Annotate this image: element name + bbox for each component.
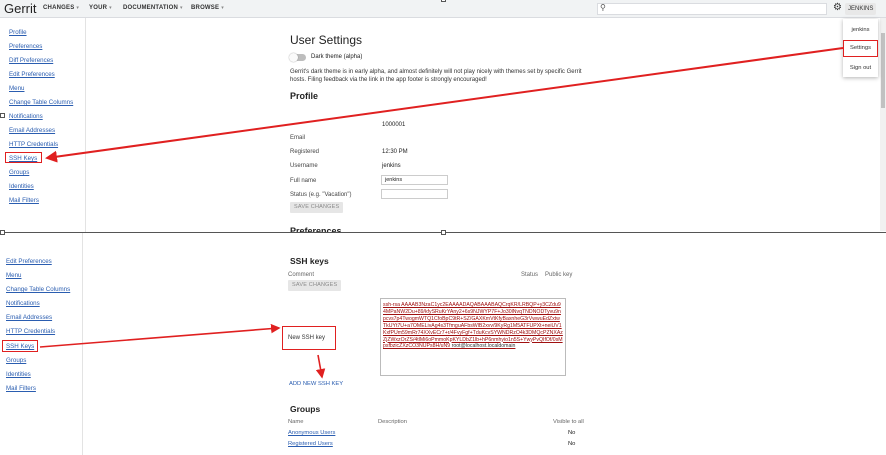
nav-browse[interactable]: BROWSE ▾ xyxy=(191,5,224,11)
ssh-public-key-col: Public key xyxy=(545,272,573,278)
status-label: Status (e.g. "Vacation") xyxy=(290,192,352,198)
top-header: Gerrit CHANGES ▾ YOUR ▾ DOCUMENTATION ▾ BRO… xyxy=(0,0,886,18)
ssh-comment-col: Comment xyxy=(288,272,315,278)
add-new-ssh-key-button[interactable]: ADD NEW SSH KEY xyxy=(289,381,343,387)
username-label: Username xyxy=(290,163,318,169)
ssh-save-changes-button[interactable]: SAVE CHANGES xyxy=(288,280,342,291)
split-handle-top xyxy=(441,0,446,2)
account-button[interactable]: JENKINS xyxy=(845,3,877,15)
chevron-down-icon: ▾ xyxy=(109,5,112,11)
preferences-heading: Preferences xyxy=(290,226,342,232)
new-ssh-key-label: New SSH key xyxy=(288,335,326,341)
groups-visible-col: Visible to all xyxy=(553,419,584,425)
groups-name-col: Name xyxy=(288,419,304,425)
highlight-settings xyxy=(843,40,878,57)
sidebar-item-http-credentials[interactable]: HTTP Credentials xyxy=(6,328,55,335)
sidebar-item-mail-filters[interactable]: Mail Filters xyxy=(6,385,36,392)
split-handle-middle xyxy=(441,230,446,235)
username-value: jenkins xyxy=(382,163,401,169)
sidebar-divider xyxy=(85,18,86,232)
full-name-input[interactable]: jenkins xyxy=(381,175,448,185)
full-name-label: Full name xyxy=(290,178,317,184)
search-input[interactable]: ⚲ xyxy=(597,3,827,15)
highlight-ssh-keys-bottom xyxy=(2,340,38,352)
settings-sidebar-bottom: Edit Preferences Menu Change Table Colum… xyxy=(6,0,84,455)
save-changes-button[interactable]: SAVE CHANGES xyxy=(290,202,344,213)
dropdown-username: jenkins xyxy=(851,27,870,33)
sidebar-item-menu[interactable]: Menu xyxy=(6,272,21,279)
ssh-key-text: ssh-rsa AAAAB3NzaC1yc2EAAAADAQABAAABAQCr… xyxy=(383,302,563,350)
group-name-link[interactable]: Anonymous Users xyxy=(288,430,335,436)
arrow-new-key-to-add-button xyxy=(315,354,326,379)
nav-your[interactable]: YOUR ▾ xyxy=(89,5,112,11)
sidebar-item-identities[interactable]: Identities xyxy=(6,371,31,378)
registered-label: Registered xyxy=(290,149,320,155)
gear-icon[interactable]: ⚙ xyxy=(833,2,842,13)
search-icon: ⚲ xyxy=(600,3,606,12)
group-visible-value: No xyxy=(568,441,576,447)
new-ssh-key-textarea[interactable]: ssh-rsa AAAAB3NzaC1yc2EAAAADAQABAAABAQCr… xyxy=(380,298,566,376)
scrollbar-thumb[interactable] xyxy=(881,33,885,108)
scrollbar[interactable] xyxy=(880,18,886,231)
sidebar-item-change-table-columns[interactable]: Change Table Columns xyxy=(6,286,70,293)
status-input[interactable] xyxy=(381,189,448,199)
account-id-value: 1000001 xyxy=(382,122,406,128)
dark-theme-info: Gerrit's dark theme is in early alpha, a… xyxy=(290,69,582,83)
sidebar-divider-bottom xyxy=(82,233,83,455)
ssh-key-tail: root@localhost.localdomain xyxy=(450,343,516,350)
chevron-down-icon: ▾ xyxy=(180,5,183,11)
arrow-settings-to-ssh-keys xyxy=(45,47,844,163)
group-name-link[interactable]: Registered Users xyxy=(288,441,333,447)
dropdown-sign-out[interactable]: Sign out xyxy=(843,65,878,71)
email-label: Email xyxy=(290,135,306,141)
sidebar-item-email-addresses[interactable]: Email Addresses xyxy=(6,314,52,321)
dark-theme-label: Dark theme (alpha) xyxy=(311,54,363,60)
nav-browse-label: BROWSE xyxy=(191,5,220,11)
split-handle-side xyxy=(0,113,5,118)
group-visible-value: No xyxy=(568,430,576,436)
ssh-status-col: Status xyxy=(521,272,539,278)
groups-heading: Groups xyxy=(290,404,321,414)
ssh-keys-heading: SSH keys xyxy=(290,256,329,266)
chevron-down-icon: ▾ xyxy=(221,5,224,11)
page-title: User Settings xyxy=(290,33,363,47)
sidebar-item-edit-preferences[interactable]: Edit Preferences xyxy=(6,258,52,265)
dark-theme-toggle[interactable] xyxy=(289,53,306,62)
sidebar-item-notifications[interactable]: Notifications xyxy=(6,300,40,307)
nav-your-label: YOUR xyxy=(89,5,108,11)
profile-heading: Profile xyxy=(290,91,319,101)
nav-documentation[interactable]: DOCUMENTATION ▾ xyxy=(123,5,183,11)
registered-value: 12:30 PM xyxy=(382,149,408,155)
sidebar-item-groups[interactable]: Groups xyxy=(6,357,26,364)
split-handle-left xyxy=(0,230,5,235)
groups-description-col: Description xyxy=(378,419,407,425)
nav-documentation-label: DOCUMENTATION xyxy=(123,5,179,11)
